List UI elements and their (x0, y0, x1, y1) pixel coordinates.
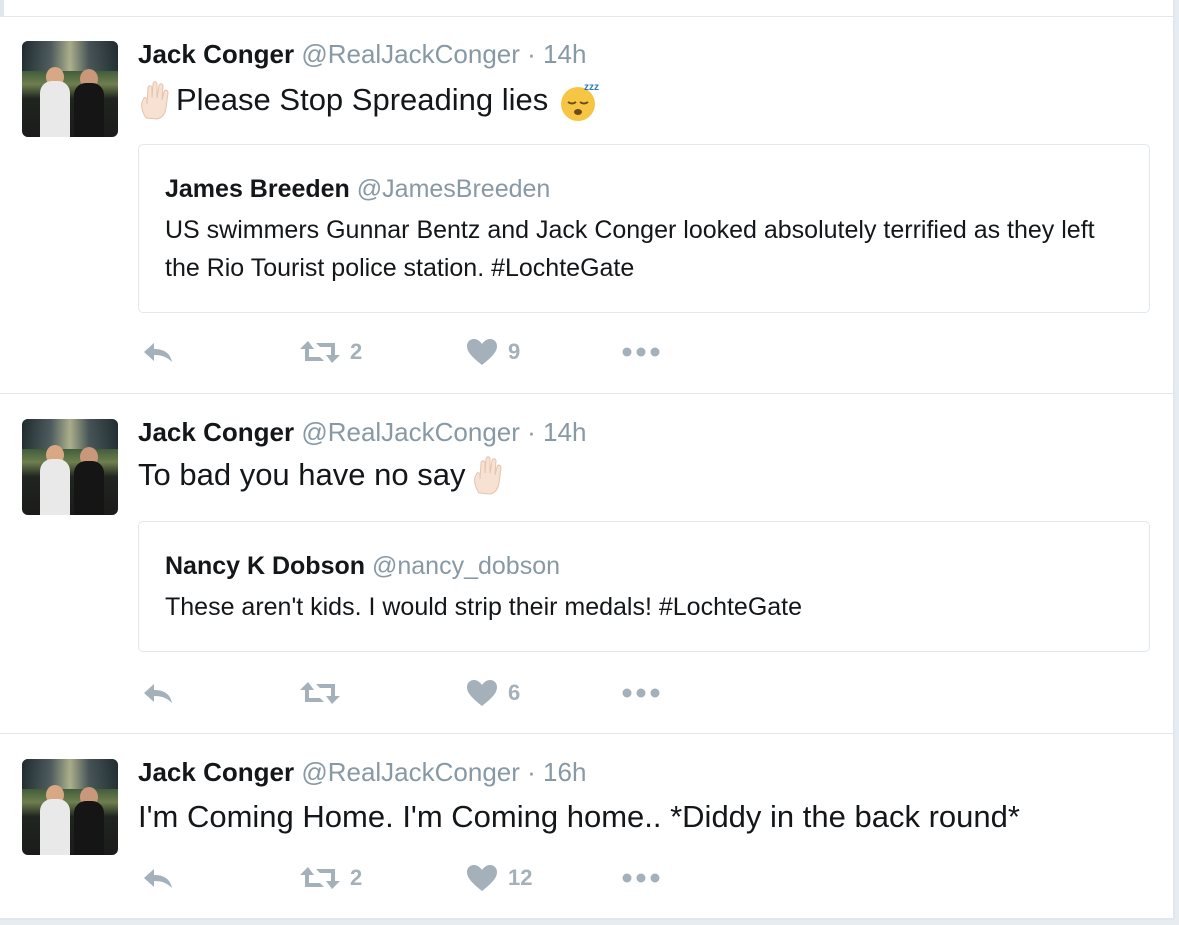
tweet-header: Jack Conger @RealJackConger · 16h (138, 757, 586, 788)
tweet-text-content: Please Stop Spreading lies (176, 82, 549, 117)
reply-button[interactable] (142, 863, 174, 893)
raised-hand-emoji (471, 455, 503, 495)
reply-button[interactable] (142, 678, 174, 708)
quoted-tweet-header: Nancy K Dobson @nancy_dobson (165, 552, 560, 581)
like-button[interactable]: 12 (466, 863, 532, 893)
avatar[interactable] (22, 759, 118, 855)
tweet-actions: 2 12 (138, 863, 698, 893)
quoted-author-name: Nancy K Dobson (165, 552, 366, 580)
more-button[interactable] (622, 337, 662, 367)
svg-text:zzz: zzz (584, 82, 599, 93)
quoted-tweet-text: These aren't kids. I would strip their m… (165, 593, 803, 621)
sleeping-face-emoji: zzz (558, 78, 602, 122)
reply-icon (144, 684, 172, 703)
more-dots-icon (622, 688, 660, 698)
avatar[interactable] (22, 419, 118, 515)
retweet-icon (300, 682, 340, 704)
retweet-button[interactable]: 2 (300, 863, 362, 893)
more-dots-icon (622, 347, 660, 357)
tweet[interactable]: Jack Conger @RealJackConger · 16h I'm Co… (0, 734, 1173, 916)
tweet-text: Please Stop Spreading lies zzz (138, 77, 602, 123)
tweet-text-content: I'm Coming Home. I'm Coming home.. *Didd… (138, 799, 1020, 834)
quoted-tweet[interactable]: Nancy K Dobson @nancy_dobson These aren'… (138, 521, 1150, 652)
like-count: 12 (508, 865, 533, 890)
quoted-author-handle: @nancy_dobson (371, 552, 560, 580)
quoted-author-handle: @JamesBreeden (356, 175, 551, 203)
quoted-tweet-text: US swimmers Gunnar Bentz and Jack Conger… (165, 216, 1095, 282)
author-name[interactable]: Jack Conger (138, 417, 294, 447)
tweet[interactable]: Jack Conger @RealJackConger · 14h To bad… (0, 394, 1173, 734)
author-handle-time[interactable]: @RealJackConger · 16h (301, 757, 586, 787)
tweet-actions: 2 9 (138, 337, 698, 367)
heart-icon (467, 680, 497, 706)
more-button[interactable] (622, 863, 662, 893)
quoted-author-name: James Breeden (165, 175, 350, 203)
timeline: Jack Conger @RealJackConger · 14h Please… (0, 0, 1175, 920)
like-count: 9 (508, 339, 521, 364)
reply-icon (144, 343, 172, 362)
more-dots-icon (622, 873, 660, 883)
previous-tweet-edge (0, 0, 1173, 17)
tweet-header: Jack Conger @RealJackConger · 14h (138, 39, 586, 70)
tweet[interactable]: Jack Conger @RealJackConger · 14h Please… (0, 17, 1173, 394)
retweet-count: 2 (350, 339, 363, 364)
tweet-actions: 6 (138, 678, 698, 708)
retweet-icon (300, 867, 340, 889)
like-button[interactable]: 9 (466, 337, 520, 367)
tweet-text: To bad you have no say (138, 452, 509, 498)
like-button[interactable]: 6 (466, 678, 520, 708)
tweet-text: I'm Coming Home. I'm Coming home.. *Didd… (138, 794, 1020, 840)
more-button[interactable] (622, 678, 662, 708)
retweet-icon (300, 341, 340, 363)
heart-icon (467, 339, 497, 365)
author-handle-time[interactable]: @RealJackConger · 14h (301, 39, 586, 69)
tweet-text-content: To bad you have no say (138, 457, 466, 492)
heart-icon (467, 865, 497, 891)
quoted-tweet[interactable]: James Breeden @JamesBreeden US swimmers … (138, 144, 1150, 313)
avatar[interactable] (22, 41, 118, 137)
raised-hand-emoji (138, 80, 170, 120)
retweet-button[interactable]: 2 (300, 337, 362, 367)
tweet-header: Jack Conger @RealJackConger · 14h (138, 417, 586, 448)
reply-button[interactable] (142, 337, 174, 367)
reply-icon (144, 869, 172, 888)
quoted-tweet-header: James Breeden @JamesBreeden (165, 175, 550, 204)
author-name[interactable]: Jack Conger (138, 757, 294, 787)
author-name[interactable]: Jack Conger (138, 39, 294, 69)
like-count: 6 (508, 680, 521, 705)
retweet-count: 2 (350, 865, 363, 890)
author-handle-time[interactable]: @RealJackConger · 14h (301, 417, 586, 447)
retweet-button[interactable] (300, 678, 350, 708)
